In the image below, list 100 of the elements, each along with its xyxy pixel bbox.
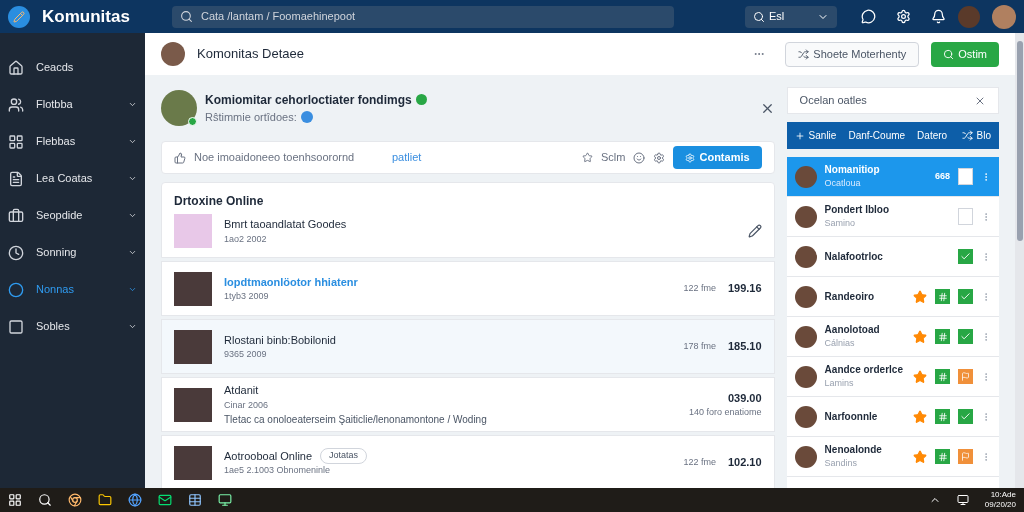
person-row[interactable]: Randeoiro (786, 277, 999, 317)
feed-item-date: 9365 2009 (224, 348, 268, 361)
duration: 178 fme (683, 339, 716, 353)
filter-label: Esl (769, 9, 786, 25)
hash-icon (935, 409, 950, 424)
mail-icon[interactable] (158, 493, 172, 507)
person-row[interactable]: Nenoalonde Sandins (786, 437, 999, 477)
composer-action[interactable]: Sclm (601, 149, 626, 166)
checkbox[interactable] (958, 208, 973, 225)
info-icon (300, 111, 313, 123)
feed-item-date: Cinar 2006 (224, 398, 270, 412)
person-row[interactable]: Narfoonnle (786, 397, 999, 437)
grid-icon (8, 133, 24, 150)
amount: 199.16 (727, 281, 762, 297)
checkbox[interactable] (958, 168, 973, 185)
sidebar-item[interactable]: Seopdide (0, 197, 145, 234)
toolbar-item[interactable]: Datero (917, 128, 948, 143)
search-icon (753, 10, 765, 23)
plus-icon (794, 130, 805, 141)
person-name: Aandce orderlce (824, 363, 904, 378)
filter-dropdown[interactable]: Esl (745, 5, 837, 28)
avatar (794, 285, 817, 308)
person-name: Pondert Ibloo (824, 203, 891, 218)
profile-name: Komiomitar cehorloctiater fondimgs (205, 91, 412, 109)
browser-icon[interactable] (68, 493, 82, 507)
notification-icon[interactable] (931, 9, 946, 24)
globe-icon[interactable] (128, 493, 142, 507)
logo-icon (8, 5, 30, 28)
check-icon (960, 291, 971, 302)
profile-subtitle: Rŝtimmie ortîdoes: (205, 109, 297, 125)
photo-placeholder (174, 214, 212, 248)
checkbox[interactable] (958, 329, 973, 344)
search-icon (180, 10, 193, 23)
checkbox[interactable] (958, 409, 973, 424)
thumbs-up-icon[interactable] (174, 151, 186, 164)
search-bar[interactable]: Cata /lantam / Foomaehinepoot (172, 5, 674, 28)
sidebar-item[interactable]: Sonning (0, 234, 145, 271)
briefcase-icon (8, 207, 24, 224)
sidebar-item[interactable]: Lea Coatas (0, 160, 145, 197)
star-icon[interactable] (582, 152, 593, 163)
post-input[interactable]: Noe imoaidoneeo toenhsoorornd (194, 149, 384, 166)
feed-item-title: Rlostani binb:Bobilonid (224, 332, 336, 348)
person-row[interactable]: Aandce orderlce Lamins (786, 357, 999, 397)
avatar (794, 405, 817, 428)
chat-icon[interactable] (861, 9, 876, 24)
amount-note: 140 foro enatiome (689, 406, 762, 419)
emoji-icon[interactable] (633, 151, 646, 164)
start-icon[interactable] (8, 493, 22, 507)
chevron-down-icon (128, 322, 137, 331)
header-button[interactable]: Shoete Moterhenty (785, 41, 920, 67)
chevron-down-icon (128, 174, 137, 183)
sidebar-item[interactable]: Sobles (0, 308, 145, 345)
feed-card[interactable]: Atdanit Cinar 2006 Tletac ca onoloeaterseim Şaiticlie/lenonamontone / Woding 039.00 140 foro enatiome (161, 377, 775, 432)
folder-icon[interactable] (98, 493, 112, 507)
checkbox[interactable] (958, 249, 973, 264)
feed-card[interactable]: Drtoxine Online Bmrt taoandlatat Goodes 1ao2 2002 (161, 182, 775, 258)
monitor-icon[interactable] (218, 493, 232, 507)
composer-link[interactable]: patliet (392, 149, 422, 166)
person-name: Randeoiro (824, 290, 876, 304)
search-icon[interactable] (38, 493, 52, 507)
feed-title: Drtoxine Online (174, 193, 265, 210)
shuffle-icon (798, 48, 810, 60)
feed-item-date: 1ao2 2002 (224, 232, 268, 246)
hash-icon (935, 449, 950, 464)
feed-item-title: Iopdtmaonlöotor hhiatenr (224, 274, 358, 290)
network-icon[interactable] (956, 494, 969, 506)
toolbar-item[interactable]: Sanlie (794, 128, 837, 143)
edit-icon[interactable] (747, 224, 762, 238)
scrollbar[interactable] (1015, 33, 1024, 488)
search-input[interactable]: Cata /lantam / Foomaehinepoot (201, 8, 666, 25)
toolbar-item[interactable]: Danf-Coume (848, 128, 906, 143)
page-title: Komonitas Detaee (197, 45, 305, 64)
avatar (794, 205, 817, 228)
avatar (794, 245, 817, 268)
settings-icon (685, 152, 696, 163)
sidebar-item[interactable]: Flebbas (0, 123, 145, 160)
person-row[interactable]: Nalafootrloc (786, 237, 999, 277)
feed-card[interactable]: Iopdtmaonlöotor hhiatenr 1tyb3 2009 122 fme 199.16 (161, 261, 775, 316)
sidebar-item[interactable]: Nonnas (0, 271, 145, 308)
person-row[interactable]: Pondert Ibloo Samino (786, 197, 999, 237)
square-icon (8, 318, 24, 335)
table-icon[interactable] (188, 493, 202, 507)
flag-icon[interactable] (958, 449, 973, 464)
person-row[interactable]: Aanolotoad Cálnias (786, 317, 999, 357)
checkbox[interactable] (958, 289, 973, 304)
sidebar-item[interactable]: Ceacds (0, 49, 145, 86)
verified-icon (415, 94, 427, 106)
toolbar-item[interactable]: Blo (961, 128, 991, 143)
avatar (794, 165, 817, 188)
people-search-field[interactable]: Ocelan oatles (786, 87, 999, 114)
circle-icon (8, 281, 24, 298)
avatar (794, 365, 817, 388)
avatar[interactable] (992, 4, 1016, 29)
flag-icon[interactable] (958, 369, 973, 384)
photo-placeholder (174, 329, 212, 364)
feed-card[interactable]: Aotrooboal Online Jotatas 1ae5 2.1003 Obnomeninle 122 fme 102.10 (161, 435, 775, 488)
sidebar-item[interactable]: Flotbba (0, 86, 145, 123)
chevron-down-icon (128, 100, 137, 109)
clock-time: 10:Ade (990, 490, 1016, 500)
feed-card[interactable]: Rlostani binb:Bobilonid 9365 2009 178 fme 185.10 (161, 319, 775, 374)
